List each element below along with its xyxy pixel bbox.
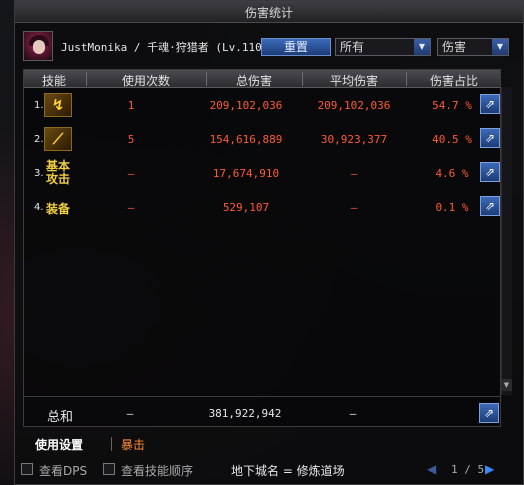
col-header-share[interactable]: 伤害占比 <box>406 72 502 89</box>
yellow-swirl-skill-icon: ↯ <box>44 93 72 117</box>
col-header-total[interactable]: 总伤害 <box>206 72 302 89</box>
golden-spear-skill-icon: ⟋ <box>44 127 72 151</box>
page-indicator: 1 / 5 <box>451 463 485 476</box>
table-scrollbar[interactable] <box>501 87 512 395</box>
damage-share: 54.7 % <box>432 99 472 112</box>
next-page-icon[interactable]: ▶ <box>485 462 494 476</box>
view-dps-label: 查看DPS <box>39 464 88 478</box>
row-rank: 3. <box>34 168 44 179</box>
window-titlebar[interactable]: 伤害统计 <box>15 1 523 23</box>
uses-count: – <box>127 201 135 214</box>
damage-share: 0.1 % <box>435 201 469 214</box>
share-icon[interactable]: ⇗ <box>479 403 499 423</box>
window-title: 伤害统计 <box>244 6 293 20</box>
skill-name-equipment: 装备 <box>46 202 71 216</box>
damage-share: 4.6 % <box>435 167 469 180</box>
uses-count: – <box>127 167 135 180</box>
bottom-tabs: 使用设置 暴击 <box>35 434 515 454</box>
table-row: 2. ⟋ 5 154,616,889 30,923,377 40.5 % ⇗ <box>24 124 500 154</box>
table-row: 3. 基本攻击 – 17,674,910 – 4.6 % ⇗ <box>24 158 500 188</box>
share-icon[interactable]: ⇗ <box>480 128 500 148</box>
tab-settings[interactable]: 使用设置 <box>35 436 83 453</box>
total-damage-sum: 381,922,942 <box>208 407 282 420</box>
filter-select[interactable]: 所有 ▼ <box>335 38 431 56</box>
type-select-value: 伤害 <box>442 40 467 54</box>
reset-button[interactable]: 重置 <box>261 38 331 56</box>
table-header: 技能 使用次数 总伤害 平均伤害 伤害占比 <box>24 70 500 88</box>
total-damage: 17,674,910 <box>212 167 280 180</box>
view-skill-order-label: 查看技能顺序 <box>121 464 194 478</box>
avatar-face <box>33 40 45 54</box>
tab-crit[interactable]: 暴击 <box>121 436 145 453</box>
row-rank: 4. <box>34 202 44 213</box>
skill-name-basic-attack: 基本攻击 <box>46 159 71 186</box>
average-damage: 30,923,377 <box>320 133 388 146</box>
row-rank: 1. <box>34 100 44 111</box>
damage-table: 技能 使用次数 总伤害 平均伤害 伤害占比 1. ↯ 1 209,102,036… <box>23 69 501 427</box>
scroll-down-icon[interactable]: ▼ <box>501 379 512 391</box>
footer-bar: 查看DPS 查看技能顺序 地下城名 = 修炼道场 ◀ 1 / 5 ▶ <box>15 459 523 481</box>
filter-select-value: 所有 <box>340 40 365 54</box>
table-row: 1. ↯ 1 209,102,036 209,102,036 54.7 % ⇗ <box>24 90 500 120</box>
player-name: JustMonika / 千魂·狩猎者 (Lv.110) <box>61 41 269 54</box>
damage-share: 40.5 % <box>432 133 472 146</box>
chevron-down-icon: ▼ <box>492 39 508 55</box>
uses-count: 5 <box>127 133 135 146</box>
share-icon[interactable]: ⇗ <box>480 162 500 182</box>
table-row: 4. 装备 – 529,107 – 0.1 % ⇗ <box>24 192 500 222</box>
uses-count: 1 <box>127 99 135 112</box>
row-rank: 2. <box>34 134 44 145</box>
share-icon[interactable]: ⇗ <box>480 196 500 216</box>
dungeon-name: 地下城名 = 修炼道场 <box>231 464 345 478</box>
chevron-down-icon: ▼ <box>414 39 430 55</box>
total-uses: – <box>126 407 134 420</box>
damage-stats-window: 伤害统计 JustMonika / 千魂·狩猎者 (Lv.110) 重置 所有 … <box>14 0 524 485</box>
average-damage: – <box>350 167 358 180</box>
col-header-average[interactable]: 平均伤害 <box>302 72 406 89</box>
total-average: – <box>349 407 357 420</box>
total-row: 总和 – 381,922,942 – ⇗ <box>23 396 501 428</box>
average-damage: – <box>350 201 358 214</box>
average-damage: 209,102,036 <box>317 99 391 112</box>
character-avatar <box>23 31 53 61</box>
view-skill-order-checkbox[interactable] <box>103 463 115 475</box>
total-label: 总和 <box>47 410 74 425</box>
col-header-skill[interactable]: 技能 <box>24 72 84 89</box>
view-dps-checkbox[interactable] <box>21 463 33 475</box>
share-icon[interactable]: ⇗ <box>480 94 500 114</box>
tab-divider <box>111 437 112 451</box>
col-header-uses[interactable]: 使用次数 <box>86 72 206 89</box>
total-damage: 209,102,036 <box>209 99 283 112</box>
type-select[interactable]: 伤害 ▼ <box>437 38 509 56</box>
total-damage: 529,107 <box>222 201 270 214</box>
total-damage: 154,616,889 <box>209 133 283 146</box>
prev-page-icon[interactable]: ◀ <box>427 462 436 476</box>
